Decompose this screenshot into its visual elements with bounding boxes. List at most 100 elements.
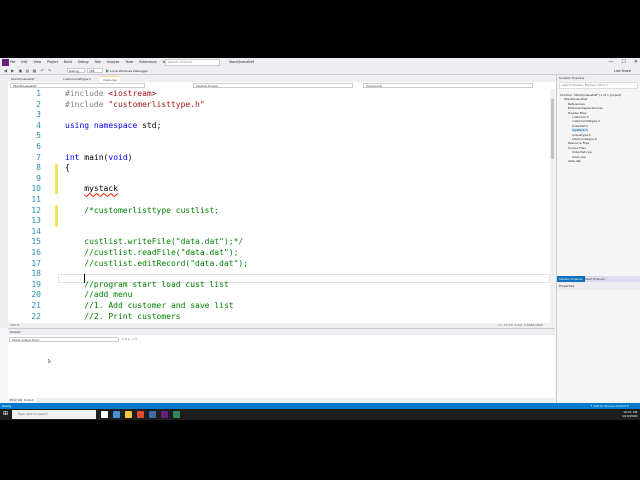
line-number: 3 <box>36 110 41 120</box>
taskbar-search-input[interactable]: Type here to search <box>12 410 96 419</box>
line-number: 12 <box>31 205 41 215</box>
solution-tree-item[interactable]: References <box>568 102 585 106</box>
menu-item-debug[interactable]: Debug <box>78 58 88 67</box>
open-icon[interactable]: ▤ <box>25 68 30 73</box>
window-title: StackQueueDef <box>229 60 254 64</box>
solution-tree-item[interactable]: customer.h <box>572 115 589 119</box>
undo-icon[interactable]: ↶ <box>40 68 45 73</box>
new-file-icon[interactable]: ▣ <box>18 68 23 73</box>
menu-item-project[interactable]: Project <box>47 58 58 67</box>
solution-tree-item[interactable]: customerlisttype.h <box>572 119 600 123</box>
menu-item-file[interactable]: File <box>10 58 15 67</box>
output-title: Output <box>8 329 555 335</box>
visual-studio-logo-icon <box>2 59 9 66</box>
menu-item-tools[interactable]: Tools <box>125 58 133 67</box>
live-share-button[interactable]: Live Share <box>614 67 631 75</box>
line-number: 16 <box>31 248 41 257</box>
screen: File Edit View Project Build Debug Test Analyze… <box>0 58 640 420</box>
line-number: 22 <box>31 311 41 321</box>
windows-start-icon[interactable]: ⊞ <box>3 411 9 417</box>
line-number: 21 <box>31 301 41 310</box>
editor-vertical-scrollbar[interactable] <box>550 89 555 323</box>
solution-search-input[interactable]: Search Solution Explorer (Ctrl+;) <box>559 82 638 89</box>
mouse-pointer-icon <box>48 359 51 363</box>
play-icon: ▶ <box>106 68 110 73</box>
menu-item-test[interactable]: Test <box>95 58 101 67</box>
close-button[interactable]: ✕ <box>634 58 638 67</box>
code-line: /*customerlisttype custlist; <box>65 205 220 215</box>
maximize-button[interactable]: ☐ <box>621 58 625 67</box>
back-icon[interactable]: ◀ <box>3 68 8 73</box>
solution-tree-item[interactable]: External Dependencies <box>568 106 603 110</box>
taskbar-app-icon[interactable] <box>113 411 120 418</box>
menu-item-edit[interactable]: Edit <box>21 58 27 67</box>
clock-date: 1/10/2020 <box>622 414 638 418</box>
line-number: 10 <box>31 184 41 194</box>
solution-tree-item[interactable]: Source Files <box>568 146 586 150</box>
function-dropdown[interactable]: main(void) <box>363 83 533 88</box>
search-input[interactable]: Search (Ctrl+Q) <box>165 59 220 66</box>
code-line: custlist.writeFile("data.dat");*/ <box>65 237 244 247</box>
line-number: 15 <box>31 237 41 247</box>
line-number: 5 <box>36 131 41 141</box>
minimize-button[interactable]: — <box>608 58 613 67</box>
window-controls: — ☐ ✕ <box>608 58 638 67</box>
line-number: 1 <box>36 89 41 98</box>
line-number: 11 <box>31 195 41 204</box>
code-line: #include "customerlisttype.h" <box>65 99 205 109</box>
line-number: 20 <box>31 290 41 300</box>
code-line: using namespace std; <box>65 120 162 130</box>
save-icon[interactable]: ▦ <box>32 68 37 73</box>
line-number: 7 <box>36 152 41 162</box>
solution-tree-item[interactable]: main.cpp <box>572 155 586 159</box>
scope-dropdown[interactable]: (Global Scope) <box>193 83 353 88</box>
project-dropdown[interactable]: StackQueueDef <box>10 83 145 88</box>
taskbar-app-icon[interactable] <box>149 411 156 418</box>
code-line: //custlist.readFile("data.dat"); <box>65 248 239 257</box>
menu-item-extensions[interactable]: Extensions <box>139 58 156 67</box>
code-line: //1. Add customer and save list <box>65 301 234 310</box>
solution-tree-item[interactable]: StackQueueDef <box>564 97 587 101</box>
menu-item-view[interactable]: View <box>34 58 42 67</box>
taskbar-clock[interactable]: 10:21 AM 1/10/2020 <box>622 410 637 418</box>
line-number: 4 <box>36 120 41 130</box>
line-number: 18 <box>31 269 41 279</box>
solution-tree-item[interactable]: linkedlist.cpp <box>572 150 592 154</box>
code-line: //custlist.editRecord("data.dat"); <box>65 258 249 268</box>
scrollbar-thumb[interactable] <box>551 99 554 159</box>
configuration-dropdown[interactable]: Debug <box>67 68 85 73</box>
solution-tree-item[interactable]: stacknodetype.h <box>572 137 597 141</box>
code-line: #include <iostream> <box>65 89 157 98</box>
change-marker <box>55 164 58 194</box>
windows-taskbar: ⊞ Type here to search 10:21 AM 1/10/2020 <box>0 409 640 420</box>
solution-tree-item[interactable]: Header Files <box>568 111 586 115</box>
run-debugger-button[interactable]: ▶ Local Windows Debugger <box>106 68 148 73</box>
solution-tree-item[interactable]: Resource Files <box>568 141 589 145</box>
line-number: 2 <box>36 99 41 109</box>
solution-tree-item[interactable]: queuetype.h <box>572 133 591 137</box>
line-number: 8 <box>36 163 41 173</box>
taskbar-app-icon[interactable] <box>125 411 132 418</box>
forward-icon[interactable]: ▶ <box>10 68 15 73</box>
line-number: 13 <box>31 216 41 226</box>
solution-tree-item[interactable]: Solution 'StackQueueDef' (1 of 1 project… <box>560 93 621 97</box>
line-number: 9 <box>36 173 41 183</box>
solution-tree-item[interactable]: data.dat <box>568 159 581 163</box>
taskbar-app-icon[interactable] <box>101 411 108 418</box>
change-marker <box>55 205 58 227</box>
output-toolbar-buttons[interactable]: ▾ ≡ ⇤ ⇥ ✎ <box>122 337 137 341</box>
taskbar-app-icon[interactable] <box>161 411 168 418</box>
menu-item-analyze[interactable]: Analyze <box>107 58 120 67</box>
platform-dropdown[interactable]: x86 <box>87 68 103 73</box>
code-editor[interactable]: 1 2 3 4 5 6 7 8 9 10 11 12 13 14 15 16 17 18 19 20 21 22 #inc… <box>8 89 550 323</box>
solution-tree-item[interactable]: mystack.h <box>572 128 588 133</box>
menu-bar: File Edit View Project Build Debug Test Analyze… <box>10 58 188 67</box>
title-bar: File Edit View Project Build Debug Test Analyze… <box>0 58 640 67</box>
taskbar-app-icon[interactable] <box>137 411 144 418</box>
solution-tree-item[interactable]: linkedlist.h <box>572 124 588 128</box>
taskbar-app-icon[interactable] <box>173 411 180 418</box>
menu-item-build[interactable]: Build <box>64 58 72 67</box>
output-source-dropdown[interactable]: Show output from: <box>9 337 119 342</box>
redo-icon[interactable]: ↷ <box>47 68 52 73</box>
code-line: //program start load cust list <box>65 279 229 289</box>
